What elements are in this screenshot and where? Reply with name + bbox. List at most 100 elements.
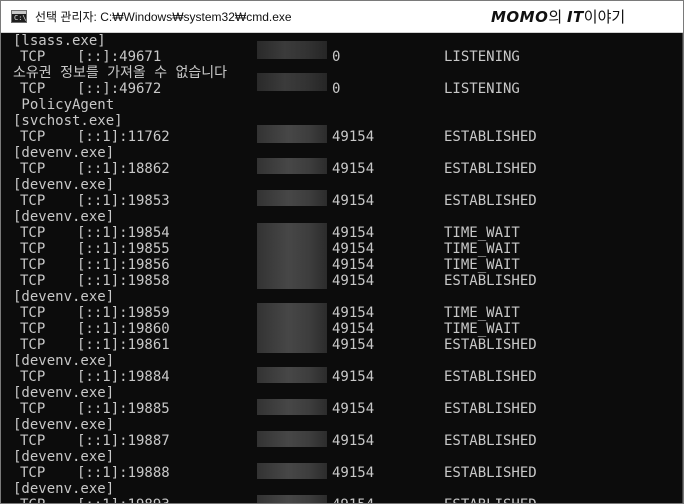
foreign-address-cell: 49154: [332, 129, 375, 145]
console-connection-line: TCP [::1]:19856 49154 TIME_WAIT: [1, 257, 683, 273]
redacted-block: [257, 399, 327, 415]
cmd-window: C:\ 선택 관리자: C:₩Windows₩system32₩cmd.exe …: [0, 0, 684, 504]
protocol-cell: TCP: [20, 497, 45, 503]
console-connection-line: TCP [::1]:19887 49154 ESTABLISHED: [1, 433, 683, 449]
local-address-cell: [::1]:19884: [77, 369, 170, 385]
console-connection-line: TCP [::1]:19855 49154 TIME_WAIT: [1, 241, 683, 257]
protocol-cell: TCP: [20, 305, 46, 321]
console-process-line: PolicyAgent: [1, 97, 683, 113]
console-process-line: [devenv.exe]: [1, 417, 683, 433]
title-bar[interactable]: C:\ 선택 관리자: C:₩Windows₩system32₩cmd.exe …: [1, 1, 683, 33]
console-output[interactable]: TCP[::1]:1989349154ESTABLISHED[devenv.ex…: [1, 33, 683, 503]
protocol-cell: TCP: [20, 321, 46, 337]
console-process-line: [devenv.exe]: [1, 353, 683, 369]
foreign-address-cell: 49154: [332, 433, 375, 449]
watermark-brand: MOMO: [491, 8, 549, 26]
local-address-cell: [::1]:19888: [77, 465, 170, 481]
console-process-line: 소유권 정보를 가져올 수 없습니다: [1, 65, 683, 81]
console-connection-line: TCP [::1]:19858 49154 ESTABLISHED: [1, 273, 683, 289]
redacted-block: [257, 463, 327, 479]
console-connection-line: TCP [::1]:19893 49154 ESTABLISHED: [1, 497, 683, 503]
foreign-address-cell: 49154: [332, 273, 375, 289]
state-cell: ESTABLISHED: [444, 433, 537, 449]
state-cell: LISTENING: [444, 81, 520, 97]
process-name: [devenv.exe]: [13, 353, 115, 369]
local-address-cell: [::1]:19860: [77, 321, 170, 337]
redacted-block: [257, 190, 327, 206]
foreign-address-cell: 49154: [332, 369, 375, 385]
process-name: [devenv.exe]: [13, 481, 115, 497]
protocol-cell: TCP: [20, 49, 46, 65]
protocol-cell: TCP: [20, 193, 46, 209]
state-cell: ESTABLISHED: [444, 193, 537, 209]
console-connection-line: TCP [::]:49671 0 LISTENING: [1, 49, 683, 65]
local-address-cell: [::1]:19859: [77, 305, 170, 321]
protocol-cell: TCP: [20, 465, 46, 481]
local-address-cell: [::1]:19854: [77, 225, 170, 241]
state-cell: ESTABLISHED: [444, 161, 537, 177]
window-title: 선택 관리자: C:₩Windows₩system32₩cmd.exe: [35, 10, 292, 24]
state-cell: TIME_WAIT: [444, 225, 520, 241]
protocol-cell: TCP: [20, 401, 46, 417]
console-process-line: [lsass.exe]: [1, 33, 683, 49]
process-name: [devenv.exe]: [13, 145, 115, 161]
foreign-address-cell: 0: [332, 49, 341, 65]
foreign-address-cell: 49154: [332, 497, 374, 503]
state-cell: ESTABLISHED: [444, 497, 537, 503]
process-name: [devenv.exe]: [13, 449, 115, 465]
console-icon: C:\: [11, 10, 27, 23]
protocol-cell: TCP: [20, 337, 46, 353]
foreign-address-cell: 49154: [332, 241, 375, 257]
process-name: PolicyAgent: [13, 97, 115, 113]
watermark: MOMO의 IT이야기: [491, 8, 625, 26]
foreign-address-cell: 49154: [332, 465, 375, 481]
state-cell: TIME_WAIT: [444, 257, 520, 273]
redacted-block: [257, 158, 327, 174]
local-address-cell: [::]:49671: [77, 49, 162, 65]
foreign-address-cell: 0: [332, 81, 341, 97]
state-cell: ESTABLISHED: [444, 273, 537, 289]
console-process-line: [devenv.exe]: [1, 449, 683, 465]
local-address-cell: [::1]:19885: [77, 401, 170, 417]
foreign-address-cell: 49154: [332, 193, 375, 209]
console-connection-line: TCP [::1]:19884 49154 ESTABLISHED: [1, 369, 683, 385]
local-address-cell: [::1]:19858: [77, 273, 170, 289]
console-connection-line: TCP [::1]:18862 49154 ESTABLISHED: [1, 161, 683, 177]
console-connection-line: TCP [::1]:19860 49154 TIME_WAIT: [1, 321, 683, 337]
local-address-cell: [::1]:19893: [77, 497, 170, 503]
state-cell: ESTABLISHED: [444, 129, 537, 145]
protocol-cell: TCP: [20, 129, 46, 145]
foreign-address-cell: 49154: [332, 305, 375, 321]
state-cell: TIME_WAIT: [444, 305, 520, 321]
local-address-cell: [::1]:19853: [77, 193, 170, 209]
state-cell: ESTABLISHED: [444, 401, 537, 417]
console-connection-line: TCP [::1]:19888 49154 ESTABLISHED: [1, 465, 683, 481]
local-address-cell: [::1]:19887: [77, 433, 170, 449]
redacted-block: [257, 41, 327, 59]
state-cell: ESTABLISHED: [444, 369, 537, 385]
console-connection-line: TCP [::1]:19853 49154 ESTABLISHED: [1, 193, 683, 209]
console-process-line: [devenv.exe]: [1, 209, 683, 225]
state-cell: TIME_WAIT: [444, 321, 520, 337]
protocol-cell: TCP: [20, 241, 46, 257]
process-name: 소유권 정보를 가져올 수 없습니다: [13, 65, 228, 81]
watermark-it: IT: [566, 8, 584, 26]
console-connection-line: TCP [::1]:11762 49154 ESTABLISHED: [1, 129, 683, 145]
redacted-block: [257, 73, 327, 91]
console-connection-line: TCP [::1]:19885 49154 ESTABLISHED: [1, 401, 683, 417]
process-name: [svchost.exe]: [13, 113, 123, 129]
console-connection-line: TCP [::1]:19854 49154 TIME_WAIT: [1, 225, 683, 241]
console-process-line: [devenv.exe]: [1, 145, 683, 161]
redacted-block: [257, 223, 327, 289]
foreign-address-cell: 49154: [332, 337, 375, 353]
state-cell: LISTENING: [444, 49, 520, 65]
foreign-address-cell: 49154: [332, 401, 375, 417]
redacted-block: [257, 367, 327, 383]
redacted-block: [257, 495, 327, 503]
protocol-cell: TCP: [20, 81, 46, 97]
state-cell: ESTABLISHED: [444, 337, 537, 353]
process-name: [lsass.exe]: [13, 33, 106, 49]
watermark-suffix: 이야기: [583, 8, 626, 26]
console-connection-line: TCP [::1]:19859 49154 TIME_WAIT: [1, 305, 683, 321]
local-address-cell: [::1]:19856: [77, 257, 170, 273]
